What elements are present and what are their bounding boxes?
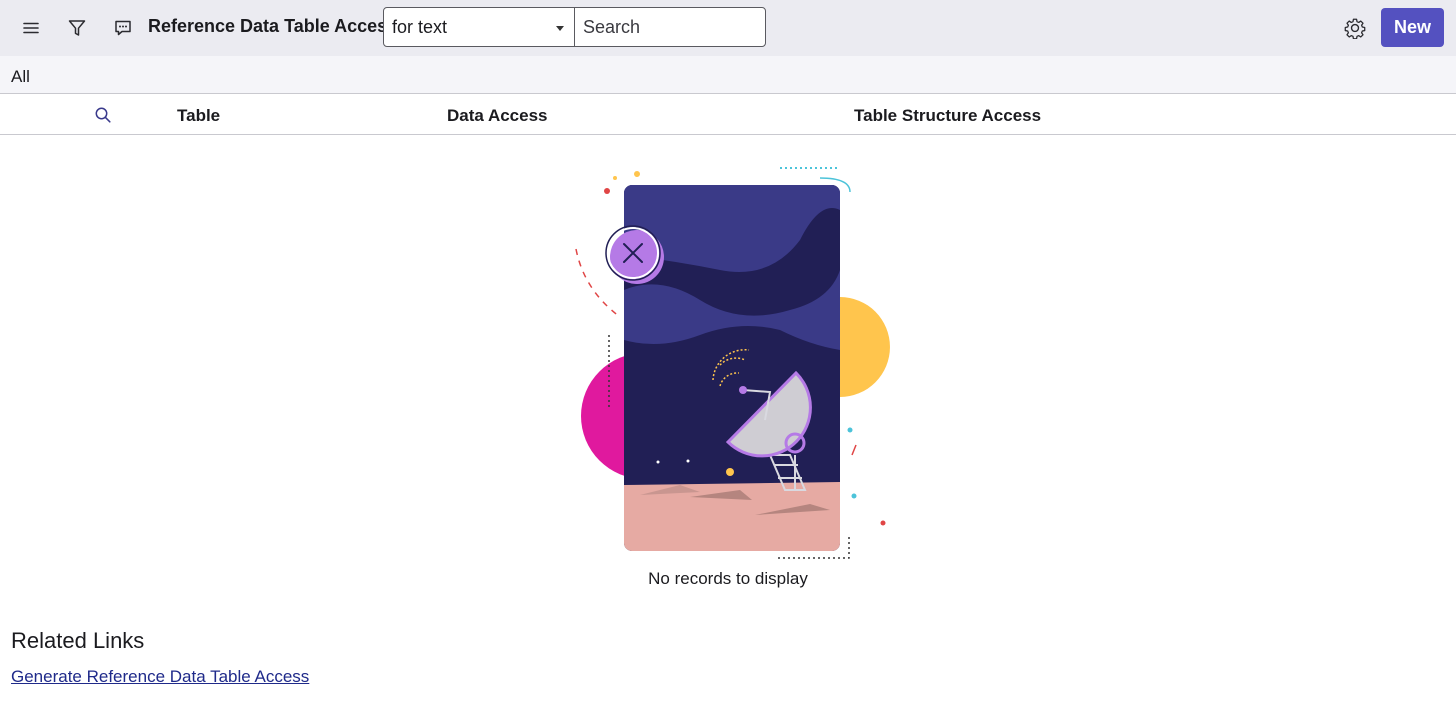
search-field-select[interactable]: for text	[383, 7, 575, 47]
new-button[interactable]: New	[1381, 8, 1444, 47]
breadcrumb[interactable]: All	[11, 67, 30, 87]
page-title: Reference Data Table Access	[148, 16, 398, 36]
chevron-down-icon	[556, 26, 564, 31]
column-header-table[interactable]: Table	[177, 106, 220, 126]
breadcrumb-bar: All	[0, 56, 1456, 94]
search-field-select-value: for text	[392, 17, 448, 37]
empty-state-illustration	[540, 160, 900, 570]
related-links-heading: Related Links	[11, 628, 145, 653]
list-toolbar: Reference Data Table Access for text New	[0, 0, 1456, 56]
column-header-table-structure-access[interactable]: Table Structure Access	[854, 106, 1041, 126]
empty-state-message: No records to display	[648, 569, 808, 588]
chat-bubble-icon[interactable]	[109, 14, 137, 42]
table-header-row: Table Data Access Table Structure Access	[0, 95, 1456, 135]
search-icon[interactable]	[94, 106, 112, 129]
hamburger-menu-icon[interactable]	[17, 14, 45, 42]
filter-icon[interactable]	[63, 14, 91, 42]
gear-icon[interactable]	[1341, 14, 1369, 42]
search-input[interactable]	[574, 7, 766, 47]
generate-reference-data-table-access-link[interactable]: Generate Reference Data Table Access	[11, 667, 309, 687]
column-header-data-access[interactable]: Data Access	[447, 106, 548, 126]
